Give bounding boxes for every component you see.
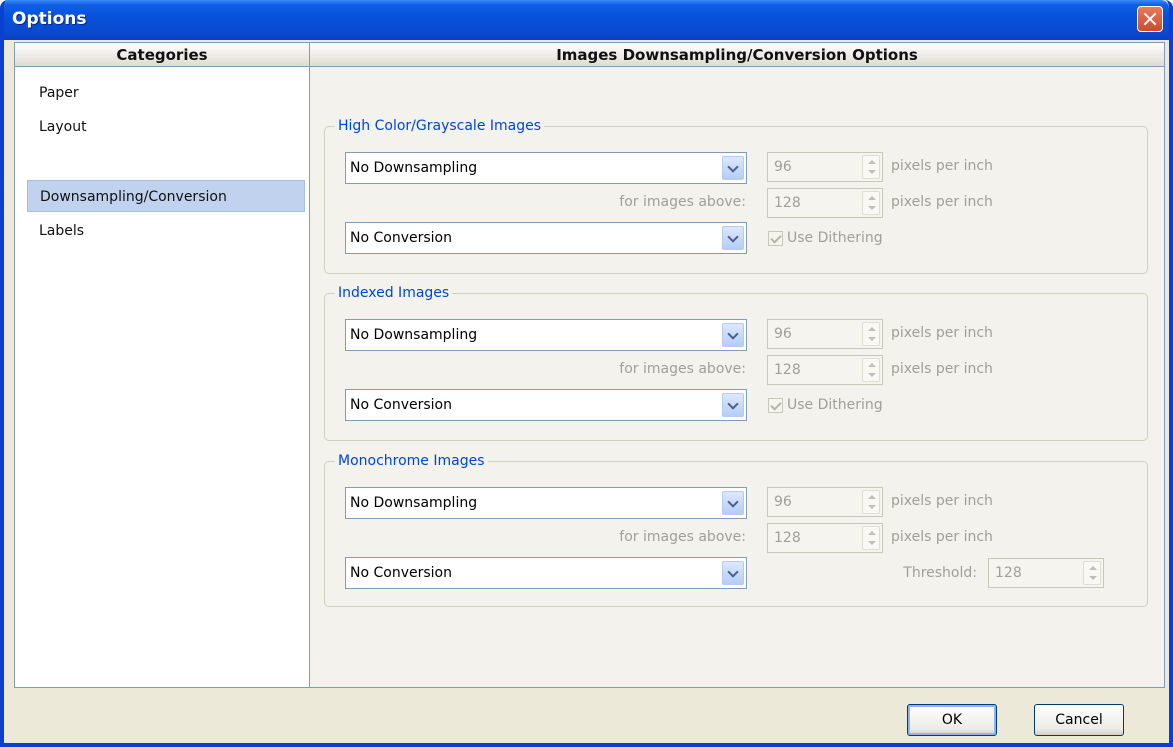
select-value: No Conversion bbox=[350, 230, 452, 246]
chevron-down-icon[interactable] bbox=[722, 561, 744, 585]
spin-arrows-icon[interactable] bbox=[862, 155, 880, 179]
above-resolution-spinner[interactable]: 128 bbox=[767, 523, 883, 553]
spin-arrows-icon[interactable] bbox=[862, 526, 880, 550]
spinner-value: 128 bbox=[774, 195, 801, 211]
above-label: for images above: bbox=[619, 529, 746, 545]
spinner-value: 128 bbox=[774, 530, 801, 546]
downsampling-select[interactable]: No Downsampling bbox=[345, 319, 747, 351]
resolution-unit: pixels per inch bbox=[891, 325, 993, 341]
use-dithering-label: Use Dithering bbox=[787, 230, 883, 246]
use-dithering-checkbox[interactable] bbox=[768, 231, 783, 246]
cancel-button[interactable]: Cancel bbox=[1034, 704, 1124, 736]
chevron-down-icon[interactable] bbox=[722, 156, 744, 180]
spinner-value: 96 bbox=[774, 494, 792, 510]
downsampling-select[interactable]: No Downsampling bbox=[345, 487, 747, 519]
category-layout[interactable]: Layout bbox=[27, 111, 305, 143]
spinner-value: 128 bbox=[774, 362, 801, 378]
select-value: No Conversion bbox=[350, 565, 452, 581]
indexed-group: Indexed Images No Downsampling 96 pixels… bbox=[324, 284, 1148, 441]
group-title: Monochrome Images bbox=[335, 452, 488, 470]
title-bar[interactable]: Options bbox=[4, 0, 1169, 40]
spin-arrows-icon[interactable] bbox=[862, 322, 880, 346]
spinner-value: 96 bbox=[774, 326, 792, 342]
content-area: Categories Images Downsampling/Conversio… bbox=[14, 42, 1165, 688]
categories-header: Categories bbox=[14, 42, 310, 66]
downsampling-select[interactable]: No Downsampling bbox=[345, 152, 747, 184]
category-downsampling-conversion[interactable]: Downsampling/Conversion bbox=[27, 180, 305, 212]
select-value: No Conversion bbox=[350, 397, 452, 413]
resolution-unit: pixels per inch bbox=[891, 158, 993, 174]
threshold-spinner[interactable]: 128 bbox=[988, 558, 1104, 588]
spin-arrows-icon[interactable] bbox=[1083, 561, 1101, 585]
conversion-select[interactable]: No Conversion bbox=[345, 222, 747, 254]
group-title: High Color/Grayscale Images bbox=[335, 117, 545, 135]
group-title: Indexed Images bbox=[335, 284, 453, 302]
above-label: for images above: bbox=[619, 194, 746, 210]
chevron-down-icon[interactable] bbox=[722, 491, 744, 515]
spin-arrows-icon[interactable] bbox=[862, 191, 880, 215]
above-resolution-spinner[interactable]: 128 bbox=[767, 355, 883, 385]
conversion-select[interactable]: No Conversion bbox=[345, 389, 747, 421]
button-bar: OK Cancel bbox=[4, 688, 1169, 743]
spin-arrows-icon[interactable] bbox=[862, 490, 880, 514]
use-dithering-checkbox[interactable] bbox=[768, 398, 783, 413]
category-labels[interactable]: Labels bbox=[27, 215, 305, 247]
spin-arrows-icon[interactable] bbox=[862, 358, 880, 382]
window-title: Options bbox=[12, 9, 87, 29]
chevron-down-icon[interactable] bbox=[722, 226, 744, 250]
category-paper[interactable]: Paper bbox=[27, 77, 305, 109]
resolution-unit: pixels per inch bbox=[891, 493, 993, 509]
categories-list: Paper Layout Downsampling/Conversion Lab… bbox=[15, 67, 310, 687]
options-pane: High Color/Grayscale Images No Downsampl… bbox=[310, 67, 1164, 687]
above-unit: pixels per inch bbox=[891, 529, 993, 545]
above-unit: pixels per inch bbox=[891, 361, 993, 377]
options-dialog: Options Categories Images Downsampling/C… bbox=[0, 0, 1173, 747]
high-color-group: High Color/Grayscale Images No Downsampl… bbox=[324, 117, 1148, 274]
above-unit: pixels per inch bbox=[891, 194, 993, 210]
spinner-value: 96 bbox=[774, 159, 792, 175]
resolution-spinner[interactable]: 96 bbox=[767, 319, 883, 349]
select-value: No Downsampling bbox=[350, 160, 478, 176]
select-value: No Downsampling bbox=[350, 495, 478, 511]
chevron-down-icon[interactable] bbox=[722, 393, 744, 417]
resolution-spinner[interactable]: 96 bbox=[767, 487, 883, 517]
conversion-select[interactable]: No Conversion bbox=[345, 557, 747, 589]
monochrome-group: Monochrome Images No Downsampling 96 pix… bbox=[324, 452, 1148, 607]
resolution-spinner[interactable]: 96 bbox=[767, 152, 883, 182]
spinner-value: 128 bbox=[995, 565, 1022, 581]
above-resolution-spinner[interactable]: 128 bbox=[767, 188, 883, 218]
threshold-label: Threshold: bbox=[903, 565, 977, 581]
ok-button[interactable]: OK bbox=[907, 704, 997, 736]
use-dithering-label: Use Dithering bbox=[787, 397, 883, 413]
select-value: No Downsampling bbox=[350, 327, 478, 343]
above-label: for images above: bbox=[619, 361, 746, 377]
chevron-down-icon[interactable] bbox=[722, 323, 744, 347]
close-icon[interactable] bbox=[1137, 6, 1163, 32]
options-header: Images Downsampling/Conversion Options bbox=[309, 42, 1165, 66]
